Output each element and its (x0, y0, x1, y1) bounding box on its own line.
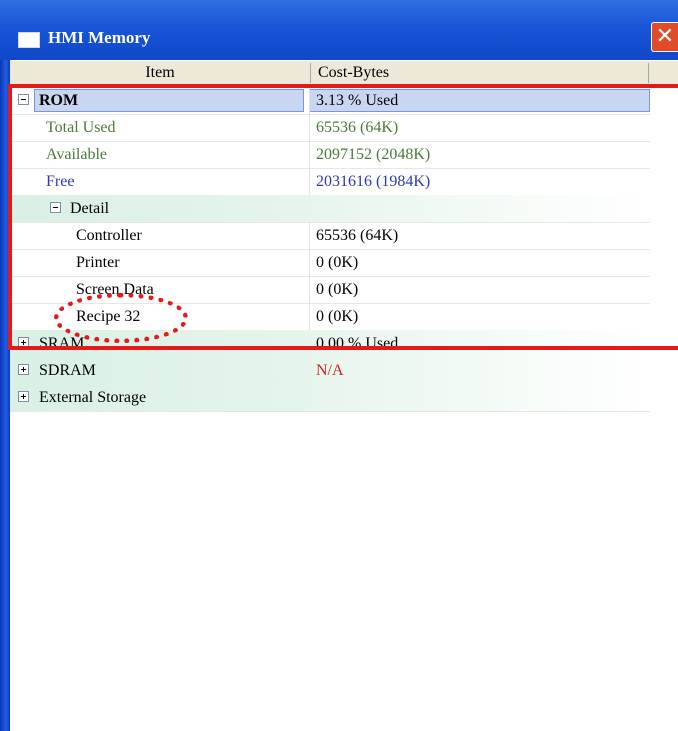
expand-icon[interactable] (18, 391, 29, 402)
header-separator-end[interactable] (648, 63, 649, 83)
title-bar[interactable]: HMI Memory ✕ (0, 0, 678, 60)
expand-icon[interactable] (18, 364, 29, 375)
row-item-label: SDRAM (39, 362, 96, 379)
row-cost-value: N/A (316, 362, 344, 379)
recipe-highlight-ellipse (54, 293, 188, 343)
window-icon (18, 32, 40, 48)
header-cost-bytes[interactable]: Cost-Bytes (318, 61, 638, 85)
header-item[interactable]: Item (10, 61, 310, 85)
tree-row-sdram[interactable]: SDRAM N/A (10, 357, 650, 385)
close-button[interactable]: ✕ (651, 22, 678, 52)
tree-row-external-storage[interactable]: External Storage (10, 384, 650, 412)
hmi-memory-window: HMI Memory ✕ Item Cost-Bytes ROM 3.13 % … (0, 0, 678, 731)
header-separator[interactable] (310, 63, 311, 83)
window-title: HMI Memory (48, 28, 151, 47)
row-item-label: External Storage (39, 389, 147, 406)
